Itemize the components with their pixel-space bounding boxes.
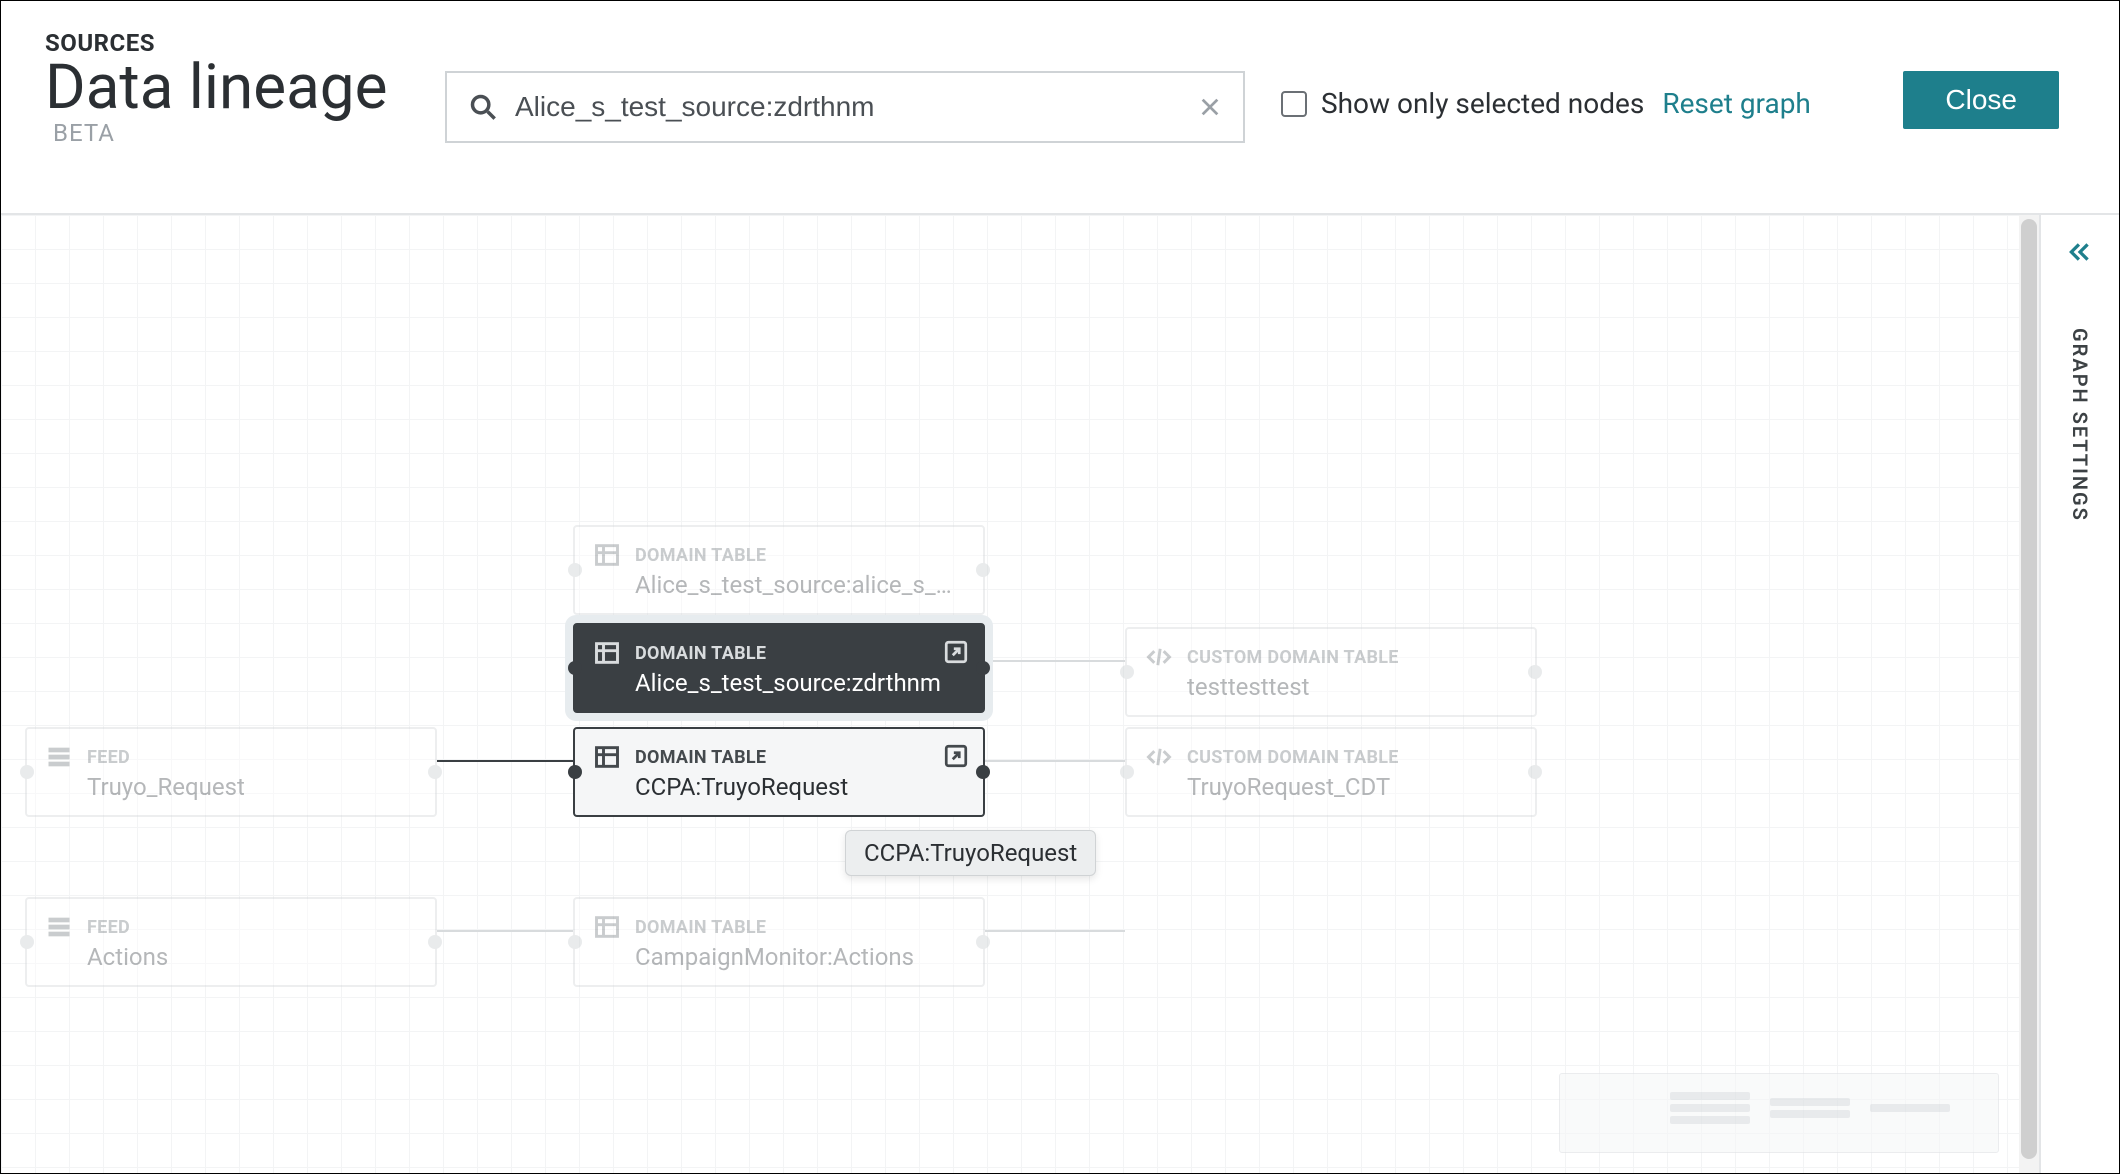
page-title: Data lineage BETA: [45, 57, 445, 147]
table-icon: [593, 913, 621, 941]
code-icon: [1145, 643, 1173, 671]
node-name: testtesttest: [1187, 673, 1517, 701]
node-domain-campaign[interactable]: DOMAIN TABLE CampaignMonitor:Actions: [573, 897, 985, 987]
port-in[interactable]: [568, 563, 582, 577]
open-node-icon[interactable]: [943, 639, 969, 665]
port-out[interactable]: [976, 765, 990, 779]
node-type: FEED: [87, 917, 130, 938]
clear-search-icon[interactable]: [1199, 96, 1221, 118]
title-main: Data lineage: [45, 51, 387, 124]
node-type: DOMAIN TABLE: [635, 545, 766, 566]
checkbox-icon: [1281, 91, 1307, 117]
port-in[interactable]: [20, 935, 34, 949]
node-name: CampaignMonitor:Actions: [635, 943, 965, 971]
vertical-scrollbar[interactable]: [2019, 215, 2039, 1173]
table-icon: [593, 743, 621, 771]
node-name: Actions: [87, 943, 417, 971]
node-name: CCPA:TruyoRequest: [635, 773, 965, 801]
node-domain-ccpa[interactable]: DOMAIN TABLE CCPA:TruyoRequest: [573, 727, 985, 817]
open-node-icon[interactable]: [943, 743, 969, 769]
title-block: SOURCES Data lineage BETA: [45, 29, 445, 147]
port-out[interactable]: [1528, 665, 1542, 679]
port-in[interactable]: [568, 765, 582, 779]
node-tooltip: CCPA:TruyoRequest: [845, 830, 1096, 876]
show-only-label: Show only selected nodes: [1321, 87, 1644, 120]
node-feed-actions[interactable]: FEED Actions: [25, 897, 437, 987]
node-name: Alice_s_test_source:zdrthnm: [635, 669, 965, 697]
edge: [437, 930, 573, 932]
port-out[interactable]: [976, 661, 990, 675]
node-name: Alice_s_test_source:alice_s_…: [635, 571, 965, 599]
port-out[interactable]: [976, 563, 990, 577]
minimap[interactable]: [1559, 1073, 1999, 1153]
header: SOURCES Data lineage BETA Show only sele…: [1, 1, 2119, 213]
node-domain-alice1[interactable]: DOMAIN TABLE Alice_s_test_source:alice_s…: [573, 525, 985, 615]
graph-settings-label: GRAPH SETTINGS: [2068, 328, 2092, 522]
search-icon: [469, 93, 497, 121]
node-type: CUSTOM DOMAIN TABLE: [1187, 747, 1399, 768]
node-type: CUSTOM DOMAIN TABLE: [1187, 647, 1399, 668]
search-field[interactable]: [445, 71, 1245, 143]
feed-icon: [45, 743, 73, 771]
edge: [985, 760, 1125, 762]
port-out[interactable]: [1528, 765, 1542, 779]
close-button[interactable]: Close: [1903, 71, 2059, 129]
node-type: DOMAIN TABLE: [635, 917, 766, 938]
node-type: DOMAIN TABLE: [635, 747, 766, 768]
port-in[interactable]: [568, 661, 582, 675]
node-domain-alice-selected[interactable]: DOMAIN TABLE Alice_s_test_source:zdrthnm: [573, 623, 985, 713]
title-beta: BETA: [53, 119, 115, 147]
edge: [985, 660, 1125, 662]
table-icon: [593, 541, 621, 569]
port-in[interactable]: [1120, 665, 1134, 679]
reset-graph-link[interactable]: Reset graph: [1662, 87, 1811, 120]
edge: [985, 930, 1125, 932]
node-type: DOMAIN TABLE: [635, 643, 766, 664]
edge: [437, 760, 573, 762]
show-only-selected-checkbox[interactable]: Show only selected nodes: [1281, 87, 1644, 120]
node-type: FEED: [87, 747, 130, 768]
search-input[interactable]: [513, 90, 1199, 124]
port-out[interactable]: [428, 935, 442, 949]
graph-settings-panel[interactable]: GRAPH SETTINGS: [2039, 215, 2119, 1173]
node-name: TruyoRequest_CDT: [1187, 773, 1517, 801]
node-cdt-test[interactable]: CUSTOM DOMAIN TABLE testtesttest: [1125, 627, 1537, 717]
scroll-thumb[interactable]: [2021, 219, 2037, 1159]
port-in[interactable]: [1120, 765, 1134, 779]
code-icon: [1145, 743, 1173, 771]
node-cdt-truyo[interactable]: CUSTOM DOMAIN TABLE TruyoRequest_CDT: [1125, 727, 1537, 817]
port-in[interactable]: [568, 935, 582, 949]
table-icon: [593, 639, 621, 667]
node-name: Truyo_Request: [87, 773, 417, 801]
chevrons-left-icon[interactable]: [2067, 239, 2093, 272]
port-out[interactable]: [428, 765, 442, 779]
port-out[interactable]: [976, 935, 990, 949]
port-in[interactable]: [20, 765, 34, 779]
feed-icon: [45, 913, 73, 941]
node-feed-truyo[interactable]: FEED Truyo_Request: [25, 727, 437, 817]
graph-canvas[interactable]: FEED Truyo_Request FEED Actions: [1, 213, 2119, 1173]
